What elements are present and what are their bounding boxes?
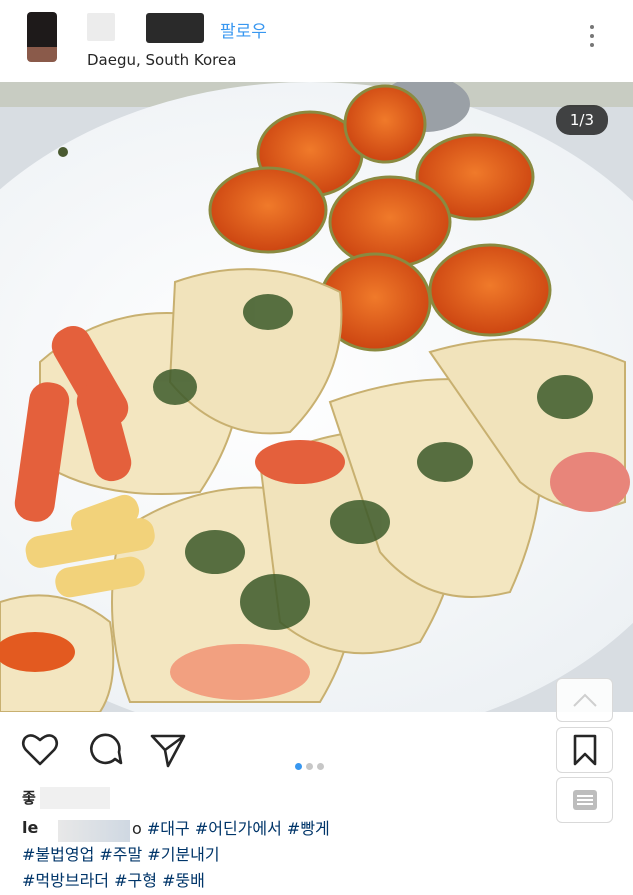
caption-hashtags-2[interactable]: #불법영업 #주말 #기분내기 <box>22 841 582 869</box>
list-icon <box>572 790 597 810</box>
carousel-dot <box>317 763 324 770</box>
redacted-likes <box>40 787 110 809</box>
comment-icon[interactable] <box>85 730 125 770</box>
carousel-indicator <box>295 755 328 774</box>
avatar[interactable] <box>27 12 57 62</box>
follow-button[interactable]: 팔로우 <box>220 17 267 42</box>
likes-count[interactable]: 좋 <box>22 787 36 808</box>
caption-username-tail: o <box>132 819 142 838</box>
carousel-dot <box>306 763 313 770</box>
caption-hashtags-1[interactable]: #대구 #어딘가에서 #빵게 <box>147 819 330 838</box>
chevron-up-icon <box>572 693 597 707</box>
caption-line-1: o #대구 #어딘가에서 #빵게 <box>132 815 592 843</box>
action-bar <box>0 712 633 792</box>
caption-hashtags-3[interactable]: #먹방브라더 #구형 #뚱배 <box>22 867 582 895</box>
location-link[interactable]: Daegu, South Korea <box>87 51 236 69</box>
redacted-username <box>87 13 115 41</box>
redacted-username-part <box>146 13 204 43</box>
send-icon[interactable] <box>148 730 188 770</box>
post-header: 팔로우 Daegu, South Korea <box>0 0 633 82</box>
redacted-caption-username <box>58 820 130 842</box>
crab-dish-image <box>0 82 633 712</box>
carousel-dot-active <box>295 763 302 770</box>
bookmark-icon[interactable] <box>556 727 613 773</box>
heart-icon[interactable] <box>20 730 60 770</box>
scroll-up-button[interactable] <box>556 678 613 722</box>
caption-username[interactable]: le <box>22 818 38 837</box>
photo-counter: 1/3 <box>555 105 608 135</box>
post-photo[interactable] <box>0 82 633 712</box>
more-options-icon[interactable] <box>584 22 600 56</box>
